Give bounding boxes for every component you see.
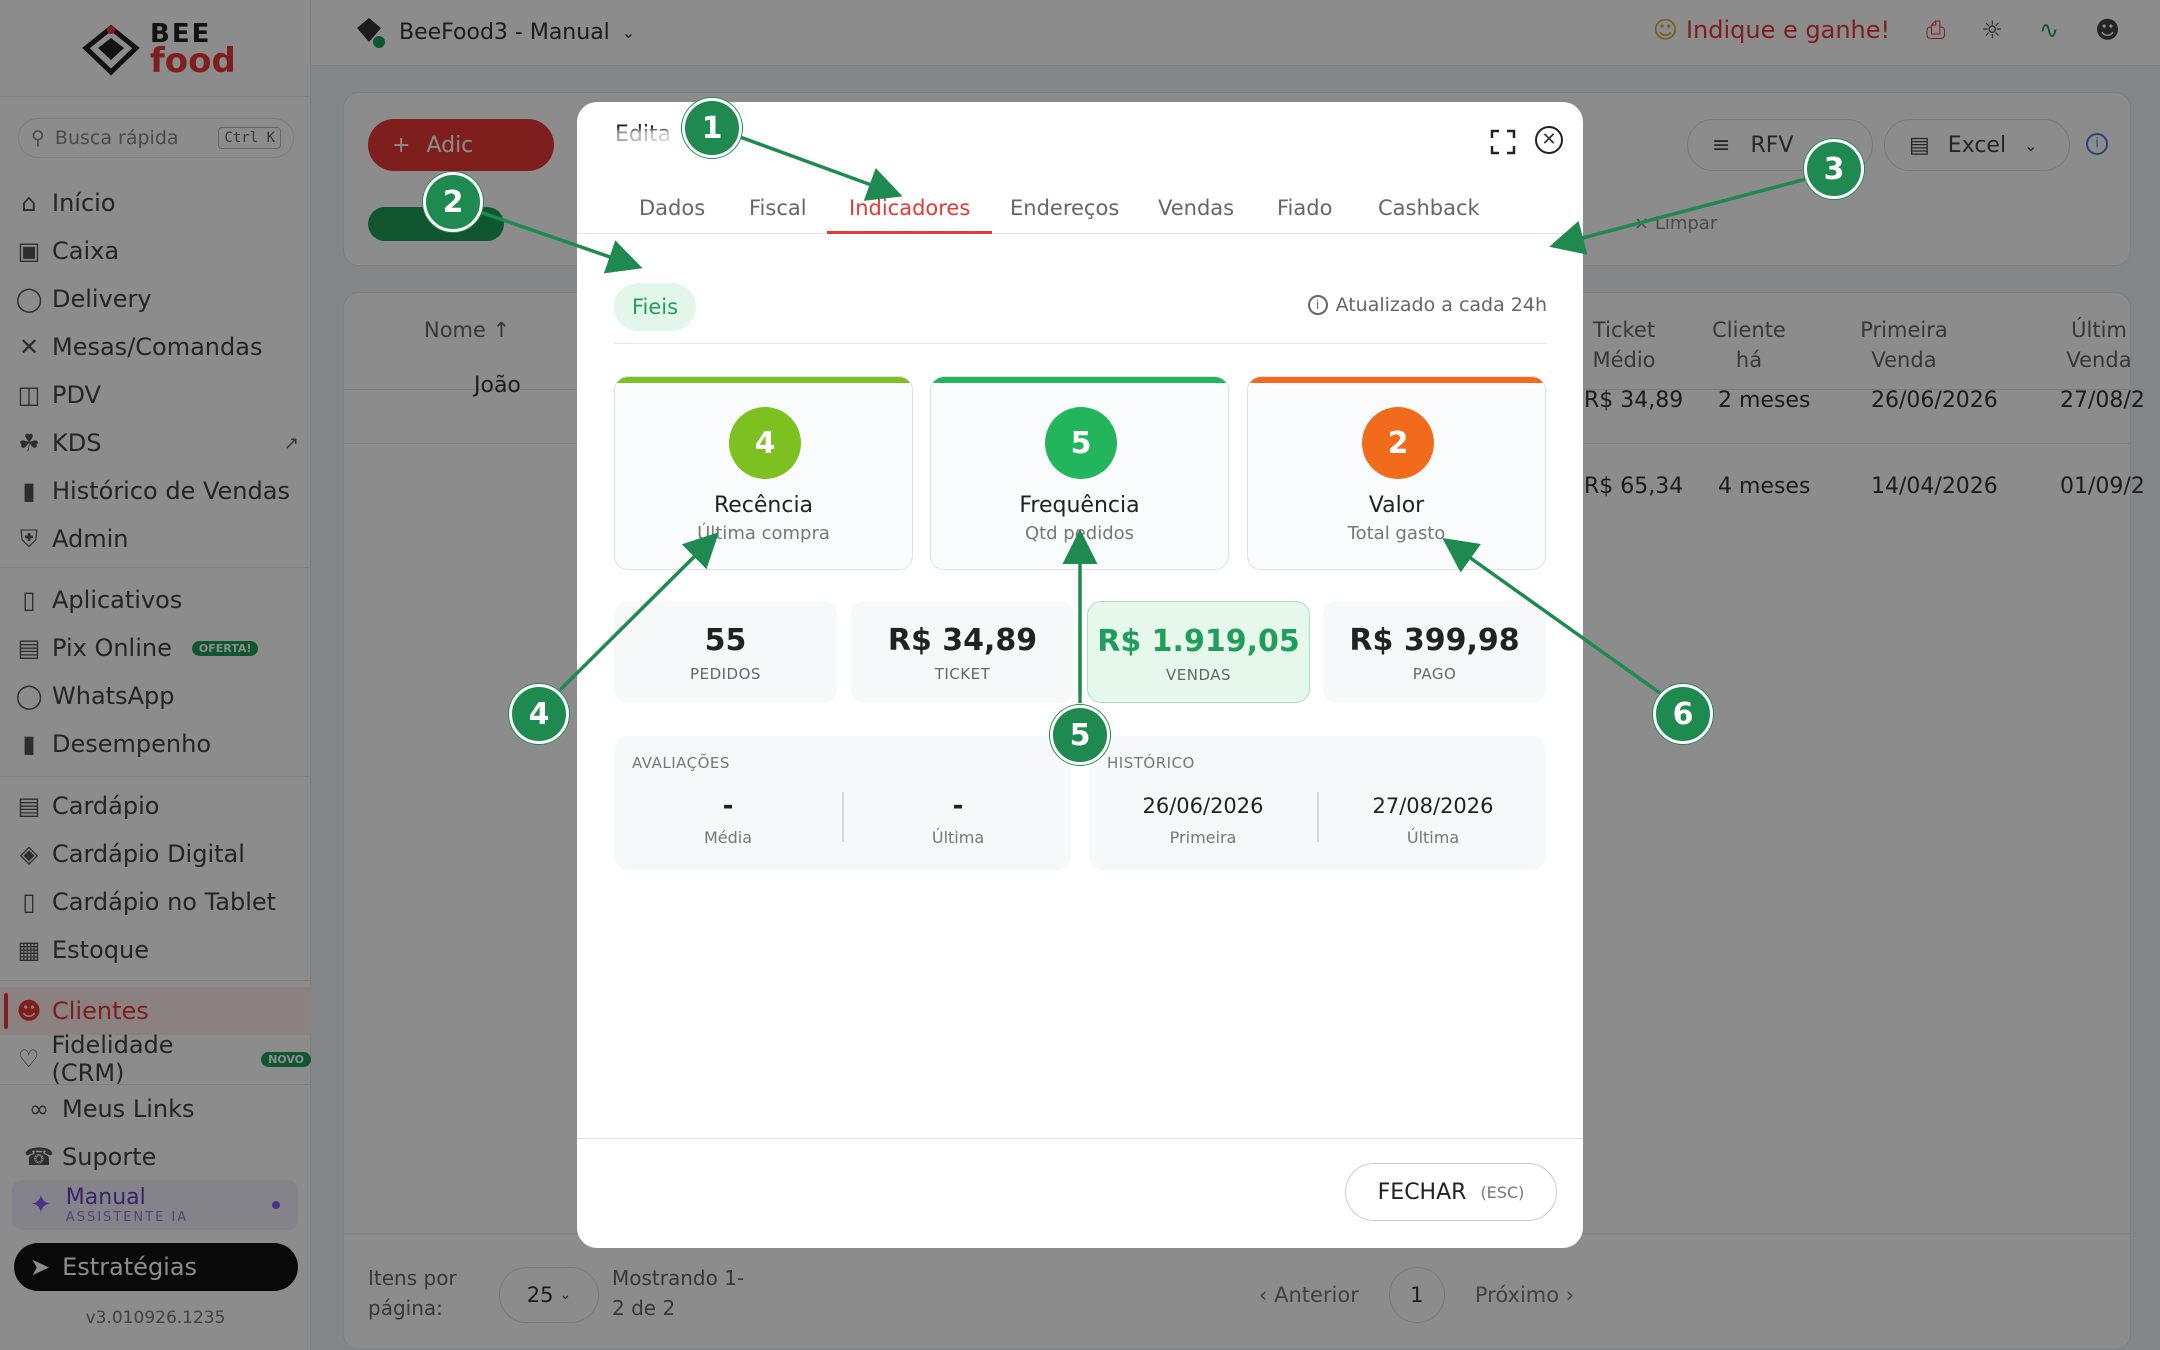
annotation-arrows	[479, 135, 1811, 703]
annotation-marker: 1	[682, 98, 742, 158]
annotation-marker: 6	[1653, 684, 1713, 744]
annotation-marker: 4	[509, 684, 569, 744]
annotation-marker: 3	[1804, 139, 1864, 199]
annotation-marker: 5	[1050, 705, 1110, 765]
annotation-marker: 2	[423, 172, 483, 232]
